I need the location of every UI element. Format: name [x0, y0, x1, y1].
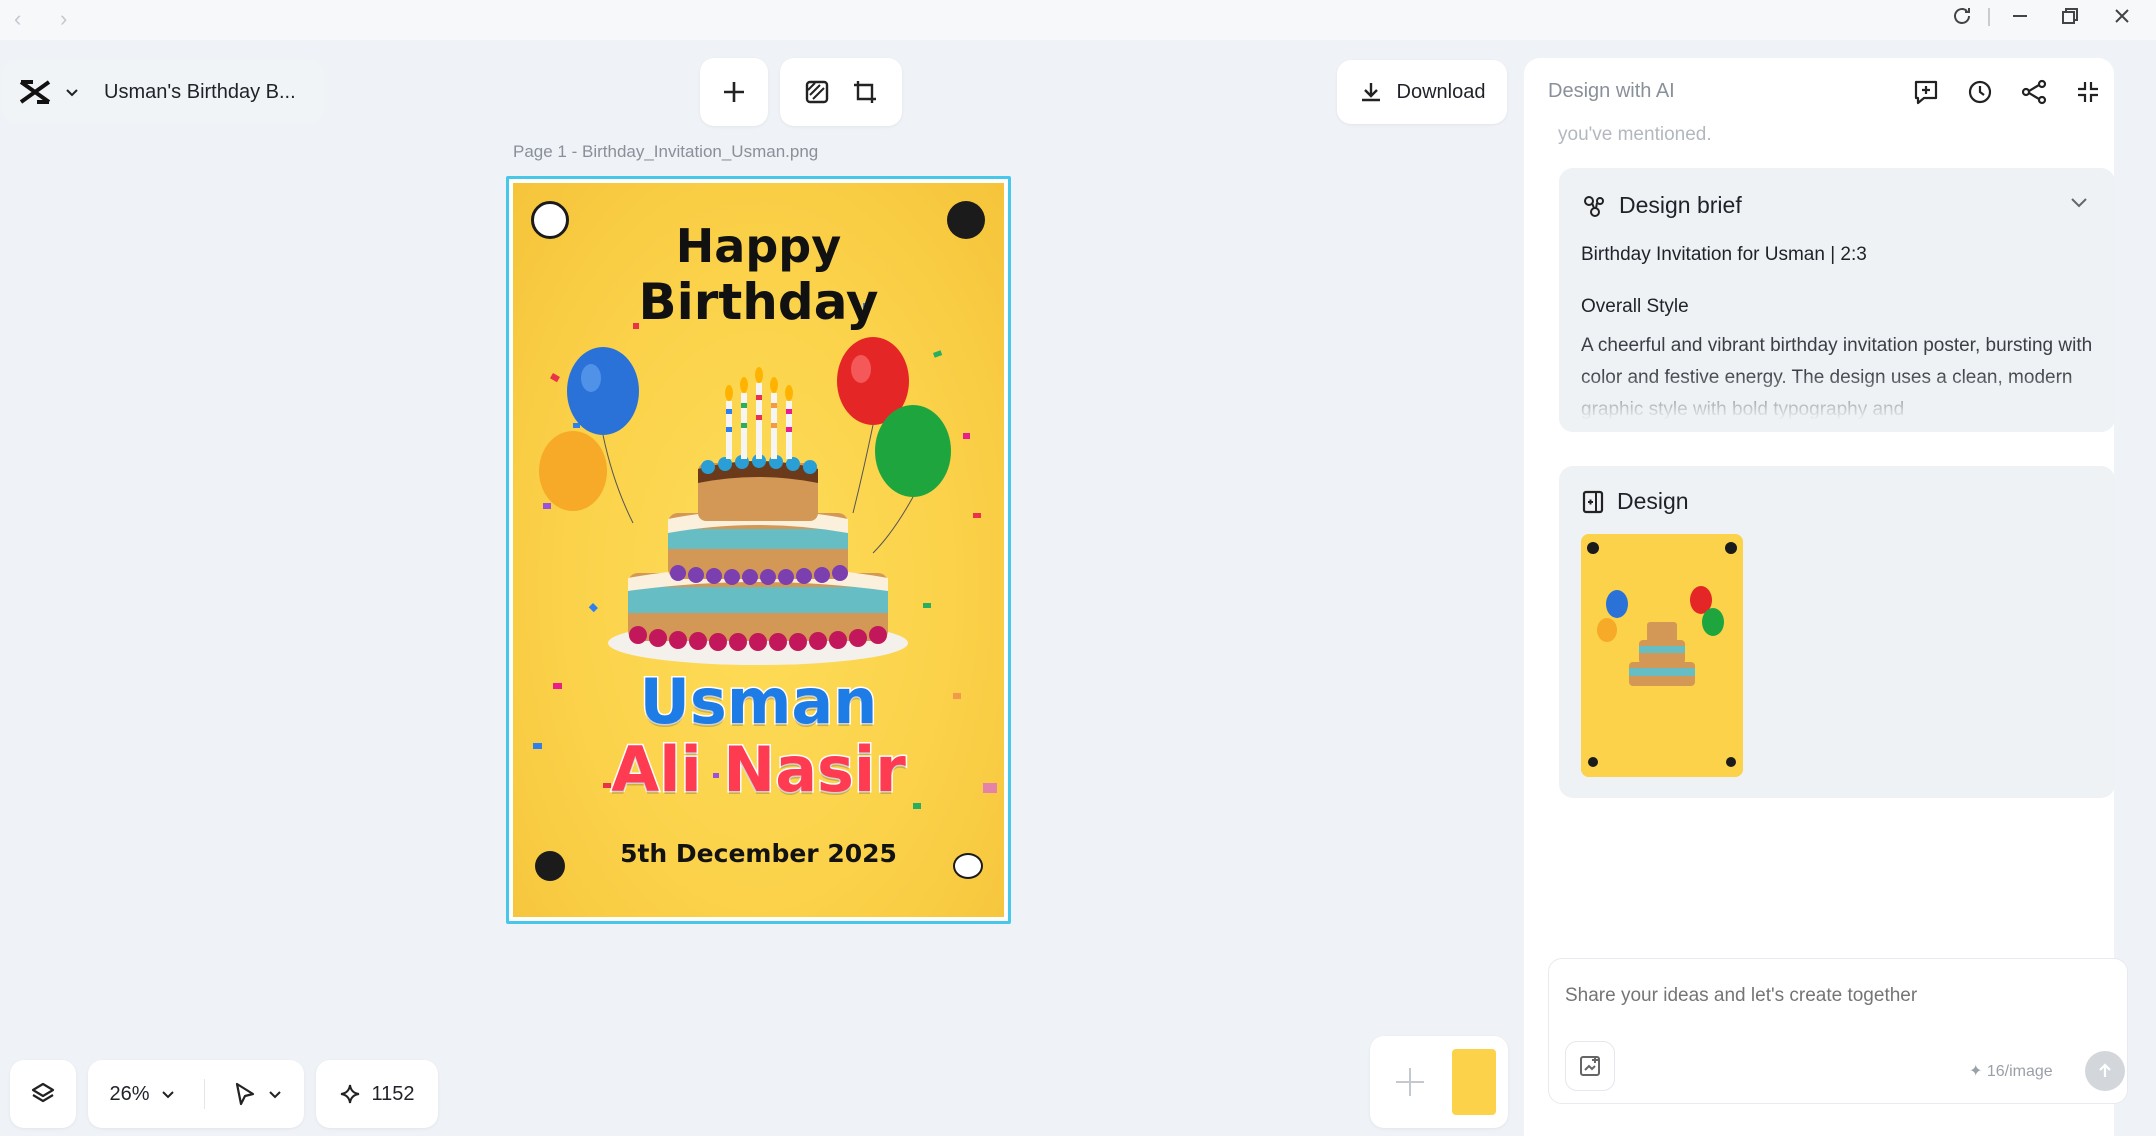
ai-panel-title: Design with AI: [1548, 80, 1675, 102]
logo-badge: [535, 851, 565, 881]
close-icon[interactable]: [2110, 4, 2134, 28]
poster-image: Happy Birthday Usman Ali Nasir 5th Decem…: [513, 183, 1004, 917]
background-remove-icon[interactable]: [804, 79, 830, 105]
window-titlebar: [0, 0, 2156, 40]
plus-icon: [721, 79, 747, 105]
history-icon[interactable]: [1966, 78, 1994, 106]
reload-icon[interactable]: [1950, 4, 1974, 28]
forward-button[interactable]: ›: [60, 6, 67, 32]
layers-icon: [30, 1081, 56, 1107]
design-canvas[interactable]: Happy Birthday Usman Ali Nasir 5th Decem…: [506, 176, 1011, 924]
chat-input[interactable]: [1565, 985, 2085, 1007]
credits-per-image: ✦ 16/image: [1969, 1063, 2053, 1080]
logo-badge: [947, 201, 985, 239]
poster-name-first: Usman: [638, 665, 879, 738]
zoom-and-pointer: 26%: [88, 1060, 304, 1128]
poster-date: 5th December 2025: [620, 839, 897, 868]
share-icon[interactable]: [2020, 78, 2048, 106]
pointer-icon[interactable]: [233, 1081, 257, 1107]
project-title[interactable]: Usman's Birthday B...: [104, 81, 296, 104]
page-thumbnail[interactable]: [1452, 1049, 1496, 1115]
divider: [203, 1079, 205, 1109]
credits-button[interactable]: 1152: [316, 1060, 438, 1128]
design-brief-header[interactable]: Design brief: [1581, 192, 1742, 219]
image-upload-icon: [1578, 1054, 1602, 1078]
logo-badge: [953, 853, 983, 879]
download-icon: [1359, 80, 1383, 104]
chevron-down-icon[interactable]: [64, 84, 80, 100]
canvas-tools: [780, 58, 902, 126]
collapse-icon[interactable]: [2074, 78, 2102, 106]
add-page-button[interactable]: [1384, 1050, 1436, 1114]
minimize-icon[interactable]: [2008, 4, 2032, 28]
design-brief-heading: Design brief: [1619, 192, 1742, 218]
chevron-down-icon[interactable]: [267, 1086, 283, 1102]
poster-title-happy: Happy: [675, 219, 842, 273]
new-chat-icon[interactable]: [1912, 78, 1940, 106]
upload-image-button[interactable]: [1565, 1041, 1615, 1091]
previous-message-text: you've mentioned.: [1558, 124, 1712, 145]
project-menu[interactable]: Usman's Birthday B...: [2, 60, 324, 124]
back-button[interactable]: ‹: [14, 6, 21, 32]
design-brief-icon: [1581, 193, 1607, 219]
ai-panel-actions: [1912, 78, 2102, 106]
design-icon: [1581, 489, 1605, 515]
design-header: Design: [1581, 488, 1689, 515]
chevron-down-icon[interactable]: [160, 1086, 176, 1102]
restore-icon[interactable]: [2058, 4, 2082, 28]
design-brief-subtitle: Birthday Invitation for Usman | 2:3: [1581, 244, 1867, 265]
logo-badge: [531, 201, 569, 239]
overall-style-heading: Overall Style: [1581, 296, 1689, 317]
download-button[interactable]: Download: [1337, 60, 1507, 124]
arrow-up-icon: [2096, 1062, 2114, 1080]
add-button[interactable]: [700, 58, 768, 126]
thumbnail-artwork: [1581, 534, 1743, 777]
fade-overlay: [1559, 372, 2115, 432]
design-heading: Design: [1617, 488, 1689, 514]
chat-composer: ✦ 16/image: [1548, 958, 2128, 1104]
design-thumbnail[interactable]: [1581, 534, 1743, 777]
send-button[interactable]: [2085, 1051, 2125, 1091]
page-label: Page 1 - Birthday_Invitation_Usman.png: [513, 142, 819, 161]
chevron-down-icon[interactable]: [2069, 192, 2089, 212]
app-logo-icon: [18, 77, 52, 107]
sparkle-icon: [339, 1083, 361, 1105]
pages-strip: [1370, 1036, 1508, 1128]
zoom-level[interactable]: 26%: [109, 1083, 149, 1106]
crop-resize-icon[interactable]: [852, 79, 878, 105]
titlebar-divider: [1988, 8, 1990, 26]
layers-button[interactable]: [10, 1060, 76, 1128]
poster-title-birthday: Birthday: [638, 273, 879, 331]
design-result-card: Design: [1559, 466, 2115, 798]
poster-name-last: Ali Nasir: [610, 733, 908, 806]
design-brief-card[interactable]: Design brief Birthday Invitation for Usm…: [1559, 168, 2115, 432]
credits-count: 1152: [371, 1082, 415, 1105]
download-label: Download: [1396, 80, 1486, 103]
